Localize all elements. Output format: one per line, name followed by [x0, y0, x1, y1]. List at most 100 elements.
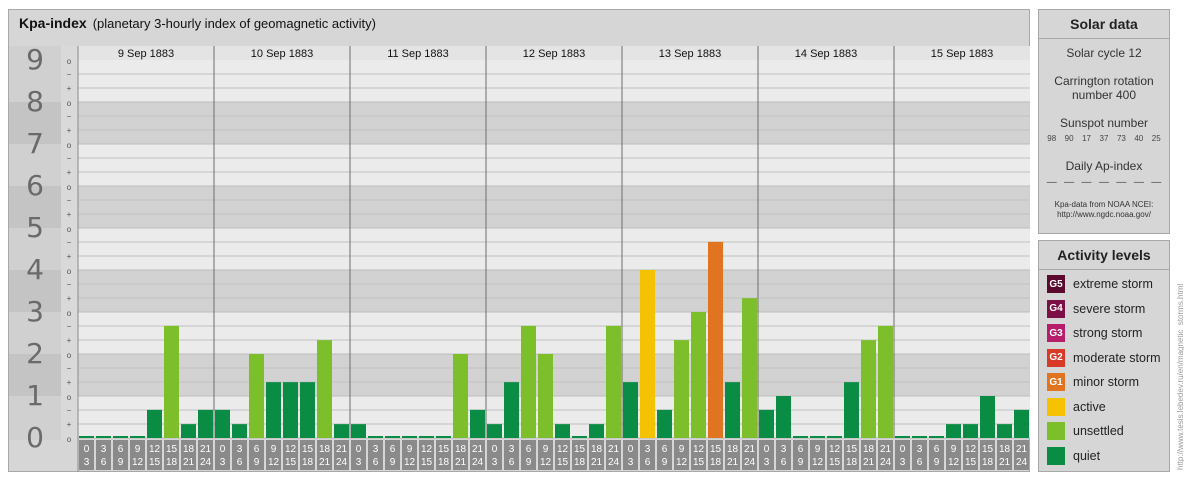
sub-tick: +	[67, 126, 72, 135]
level-swatch: G1	[1047, 373, 1065, 392]
interval-end-label: 12	[812, 457, 824, 468]
kp-bar	[589, 424, 604, 438]
level-swatch	[1047, 397, 1065, 416]
kp-bar	[283, 382, 298, 438]
level-swatch: G4	[1047, 299, 1065, 318]
kp-bar	[946, 424, 961, 438]
interval-start-label: 18	[727, 444, 739, 455]
sub-tick: −	[67, 280, 72, 289]
level-swatch	[1047, 446, 1065, 465]
sunspot-value: 73	[1116, 134, 1126, 143]
interval-start-label: 12	[829, 444, 841, 455]
interval-start-label: 15	[982, 444, 994, 455]
interval-end-label: 9	[254, 457, 260, 468]
interval-end-label: 15	[557, 457, 569, 468]
interval-end-label: 12	[268, 457, 280, 468]
sunspot-value: 98	[1047, 134, 1057, 143]
ap-value: —	[1098, 177, 1109, 188]
interval-end-label: 18	[302, 457, 314, 468]
interval-end-label: 3	[356, 457, 362, 468]
sub-tick: +	[67, 210, 72, 219]
sub-tick: o	[67, 99, 72, 108]
source-line-2: http://www.ngdc.noaa.gov/	[1057, 210, 1151, 219]
interval-start-label: 6	[662, 444, 668, 455]
sub-tick: −	[67, 112, 72, 121]
kp-bar	[861, 340, 876, 438]
sub-tick: o	[67, 141, 72, 150]
interval-start-label: 15	[574, 444, 586, 455]
kp-bar	[980, 396, 995, 438]
interval-start-label: 21	[1016, 444, 1028, 455]
kpa-chart-panel: Kpa-index (planetary 3-hourly index of ge…	[8, 9, 1030, 472]
kp-bar	[334, 424, 349, 438]
level-swatch	[1047, 422, 1065, 441]
interval-end-label: 6	[509, 457, 515, 468]
interval-start-label: 18	[863, 444, 875, 455]
level-label: strong storm	[1073, 326, 1143, 341]
interval-end-label: 9	[390, 457, 396, 468]
solar-data-heading: Solar data	[1039, 10, 1169, 39]
interval-start-label: 18	[319, 444, 331, 455]
sub-tick: o	[67, 267, 72, 276]
interval-end-label: 12	[132, 457, 144, 468]
interval-start-label: 3	[917, 444, 923, 455]
interval-start-label: 21	[336, 444, 348, 455]
activity-level-item: G4 severe storm	[1039, 297, 1169, 322]
sunspot-values: 98 90 17 37 73 40 25	[1039, 134, 1169, 143]
sub-tick: −	[67, 406, 72, 415]
sub-tick: o	[67, 393, 72, 402]
kp-bar	[776, 396, 791, 438]
interval-end-label: 21	[727, 457, 739, 468]
y-tick-label: 8	[26, 85, 44, 118]
interval-end-label: 24	[472, 457, 484, 468]
kp-bar	[912, 436, 927, 438]
interval-end-label: 15	[421, 457, 433, 468]
sub-tick: −	[67, 70, 72, 79]
interval-start-label: 21	[472, 444, 484, 455]
y-tick-label: 4	[26, 253, 44, 286]
interval-end-label: 21	[999, 457, 1011, 468]
kp-bar	[810, 436, 825, 438]
interval-start-label: 18	[455, 444, 467, 455]
interval-start-label: 3	[645, 444, 651, 455]
interval-end-label: 6	[237, 457, 243, 468]
kpa-bar-chart: 0123456789o+−o+−o+−o+−o+−o+−o+−o+−o+−o9 …	[9, 43, 1030, 472]
kp-bar	[436, 436, 451, 438]
interval-start-label: 0	[764, 444, 770, 455]
interval-end-label: 12	[540, 457, 552, 468]
interval-end-label: 12	[404, 457, 416, 468]
y-tick-label: 6	[26, 169, 44, 202]
kp-bar	[402, 436, 417, 438]
sub-tick: −	[67, 364, 72, 373]
kp-bar	[96, 436, 111, 438]
kp-bar	[572, 436, 587, 438]
sub-tick: −	[67, 154, 72, 163]
kp-bar	[606, 325, 621, 438]
interval-start-label: 15	[438, 444, 450, 455]
interval-end-label: 24	[1016, 457, 1028, 468]
day-label: 11 Sep 1883	[387, 48, 449, 60]
interval-start-label: 12	[149, 444, 161, 455]
interval-start-label: 6	[118, 444, 124, 455]
interval-end-label: 12	[676, 457, 688, 468]
sub-tick: o	[67, 435, 72, 444]
activity-level-item: active	[1039, 395, 1169, 420]
activity-level-item: quiet	[1039, 444, 1169, 469]
interval-end-label: 18	[574, 457, 586, 468]
kp-bar	[827, 436, 842, 438]
ap-value: —	[1116, 177, 1127, 188]
interval-end-label: 9	[662, 457, 668, 468]
activity-level-item: G1 minor storm	[1039, 370, 1169, 395]
band-8	[78, 60, 1030, 102]
interval-start-label: 21	[608, 444, 620, 455]
interval-start-label: 15	[166, 444, 178, 455]
interval-start-label: 15	[710, 444, 722, 455]
interval-start-label: 0	[628, 444, 634, 455]
interval-start-label: 0	[492, 444, 498, 455]
interval-start-label: 9	[407, 444, 413, 455]
interval-end-label: 24	[744, 457, 756, 468]
sub-tick: o	[67, 183, 72, 192]
interval-start-label: 9	[271, 444, 277, 455]
day-label: 10 Sep 1883	[251, 48, 313, 60]
y-tick-label: 7	[26, 127, 44, 160]
